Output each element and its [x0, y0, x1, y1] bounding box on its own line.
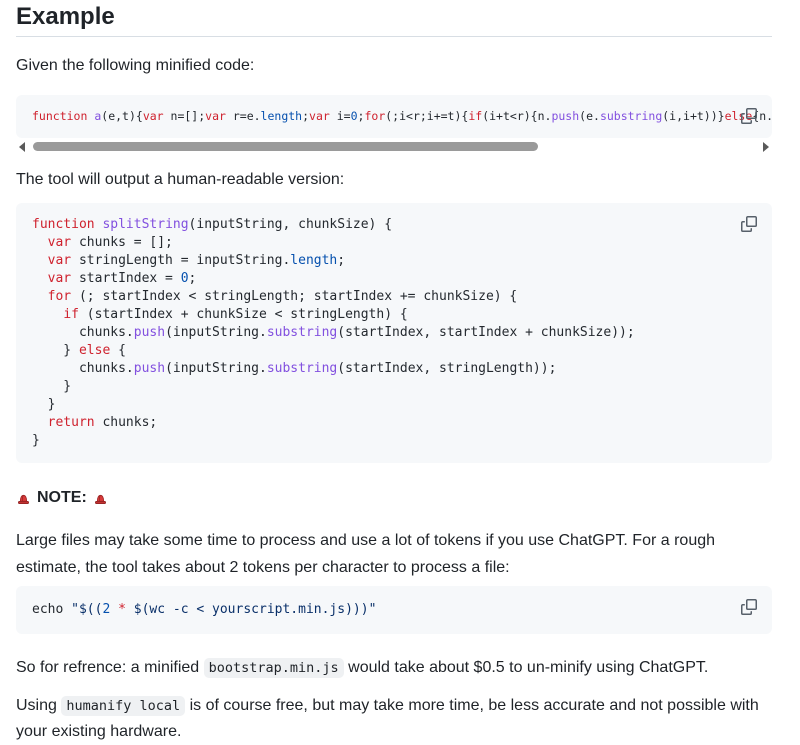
section-heading: Example: [16, 4, 772, 37]
copy-icon: [741, 108, 757, 127]
scrollbar-track[interactable]: [33, 141, 755, 152]
local-text-before: Using: [16, 697, 61, 714]
code-block-minified: function a(e,t){var n=[];var r=e.length;…: [16, 95, 772, 155]
copy-button[interactable]: [736, 104, 762, 130]
readme-content: Example Given the following minified cod…: [0, 0, 800, 745]
reference-text-after: would take about $0.5 to un-minify using…: [344, 659, 709, 676]
inline-code-bootstrap: bootstrap.min.js: [204, 658, 344, 678]
local-paragraph: Using humanify local is of course free, …: [16, 693, 772, 745]
inline-code-humanify-local: humanify local: [61, 696, 185, 716]
code-content-minified: function a(e,t){var n=[];var r=e.length;…: [16, 95, 772, 138]
code-box: echo "$((2 * $(wc -c < yourscript.min.js…: [16, 586, 772, 634]
reference-text-before: So for refrence: a minified: [16, 659, 204, 676]
scroll-right-arrow-icon[interactable]: [763, 142, 769, 152]
police-car-light-icon: [93, 491, 108, 506]
note-heading: NOTE:: [16, 489, 772, 507]
horizontal-scrollbar[interactable]: [16, 138, 772, 155]
scrollbar-thumb[interactable]: [33, 142, 538, 151]
code-content-readable: function splitString(inputString, chunkS…: [16, 203, 772, 463]
note-label: NOTE:: [37, 489, 87, 507]
code-block-estimate: echo "$((2 * $(wc -c < yourscript.min.js…: [16, 586, 772, 634]
scroll-left-arrow-icon[interactable]: [19, 142, 25, 152]
output-intro-paragraph: The tool will output a human-readable ve…: [16, 171, 772, 189]
police-car-light-icon: [16, 491, 31, 506]
code-block-readable: function splitString(inputString, chunkS…: [16, 203, 772, 463]
code-content-estimate: echo "$((2 * $(wc -c < yourscript.min.js…: [16, 586, 772, 634]
note-body-paragraph: Large files may take some time to proces…: [16, 527, 772, 581]
reference-paragraph: So for refrence: a minified bootstrap.mi…: [16, 656, 772, 680]
copy-button[interactable]: [736, 212, 762, 238]
copy-icon: [741, 216, 757, 235]
copy-button[interactable]: [736, 595, 762, 621]
intro-paragraph: Given the following minified code:: [16, 57, 772, 75]
copy-icon: [741, 599, 757, 618]
code-box: function splitString(inputString, chunkS…: [16, 203, 772, 463]
code-box: function a(e,t){var n=[];var r=e.length;…: [16, 95, 772, 138]
